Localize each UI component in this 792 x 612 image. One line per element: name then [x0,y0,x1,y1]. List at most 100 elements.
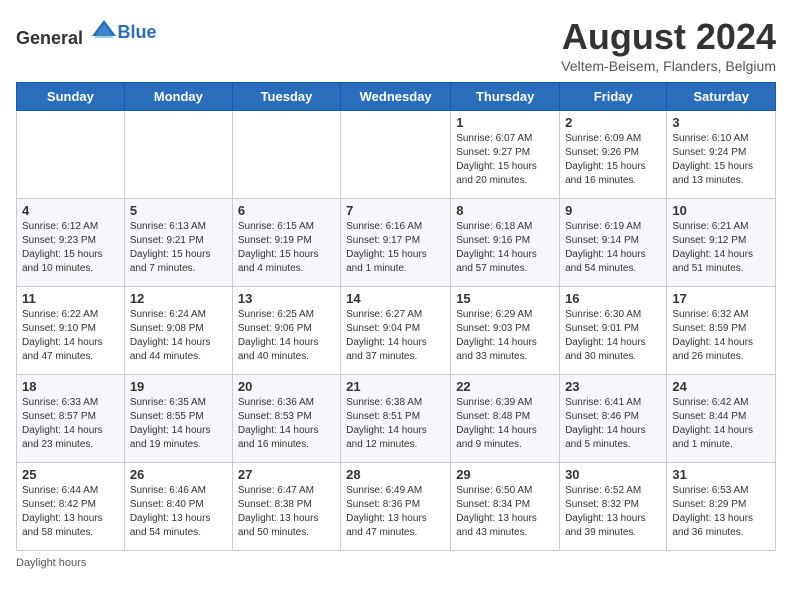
calendar-week-row: 11 Sunrise: 6:22 AM Sunset: 9:10 PM Dayli… [17,287,776,375]
calendar-cell: 10 Sunrise: 6:21 AM Sunset: 9:12 PM Dayli… [667,199,776,287]
day-info: Sunrise: 6:19 AM Sunset: 9:14 PM Dayligh… [565,220,661,276]
day-info: Sunrise: 6:39 AM Sunset: 8:48 PM Dayligh… [456,396,554,452]
day-number: 16 [565,291,661,306]
day-info: Sunrise: 6:22 AM Sunset: 9:10 PM Dayligh… [22,308,119,364]
calendar-cell: 1 Sunrise: 6:07 AM Sunset: 9:27 PM Daylig… [451,111,560,199]
day-info: Sunrise: 6:38 AM Sunset: 8:51 PM Dayligh… [346,396,445,452]
day-number: 1 [456,115,554,130]
footer-note: Daylight hours [16,557,776,569]
calendar-cell: 30 Sunrise: 6:52 AM Sunset: 8:32 PM Dayli… [560,463,667,551]
day-info: Sunrise: 6:47 AM Sunset: 8:38 PM Dayligh… [238,484,335,540]
day-info: Sunrise: 6:44 AM Sunset: 8:42 PM Dayligh… [22,484,119,540]
day-info: Sunrise: 6:53 AM Sunset: 8:29 PM Dayligh… [672,484,770,540]
calendar-cell: 24 Sunrise: 6:42 AM Sunset: 8:44 PM Dayli… [667,375,776,463]
calendar-body: 1 Sunrise: 6:07 AM Sunset: 9:27 PM Daylig… [17,111,776,551]
dow-header: Sunday [17,83,125,111]
day-number: 22 [456,379,554,394]
calendar-cell: 5Sunrise: 6:13 AM Sunset: 9:21 PM Daylig… [124,199,232,287]
calendar-cell: 27 Sunrise: 6:47 AM Sunset: 8:38 PM Dayli… [232,463,340,551]
calendar-cell: 3Sunrise: 6:10 AM Sunset: 9:24 PM Daylig… [667,111,776,199]
day-number: 25 [22,467,119,482]
day-info: Sunrise: 6:27 AM Sunset: 9:04 PM Dayligh… [346,308,445,364]
day-info: Sunrise: 6:16 AM Sunset: 9:17 PM Dayligh… [346,220,445,276]
header: General Blue August 2024 Veltem-Beisem, … [16,16,776,74]
day-info: Sunrise: 6:42 AM Sunset: 8:44 PM Dayligh… [672,396,770,452]
calendar-week-row: 18Sunrise: 6:33 AM Sunset: 8:57 PM Dayli… [17,375,776,463]
calendar-cell: 8Sunrise: 6:18 AM Sunset: 9:16 PM Daylig… [451,199,560,287]
calendar-cell: 21 Sunrise: 6:38 AM Sunset: 8:51 PM Dayli… [341,375,451,463]
day-info: Sunrise: 6:32 AM Sunset: 8:59 PM Dayligh… [672,308,770,364]
day-number: 31 [672,467,770,482]
month-title: August 2024 [561,16,776,58]
day-info: Sunrise: 6:52 AM Sunset: 8:32 PM Dayligh… [565,484,661,540]
day-number: 21 [346,379,445,394]
calendar-cell: 17Sunrise: 6:32 AM Sunset: 8:59 PM Dayli… [667,287,776,375]
calendar-cell: 19 Sunrise: 6:35 AM Sunset: 8:55 PM Dayli… [124,375,232,463]
daylight-label: Daylight hours [16,557,86,569]
day-number: 24 [672,379,770,394]
day-info: Sunrise: 6:46 AM Sunset: 8:40 PM Dayligh… [130,484,227,540]
day-number: 12 [130,291,227,306]
calendar-cell [17,111,125,199]
calendar-week-row: 4Sunrise: 6:12 AM Sunset: 9:23 PM Daylig… [17,199,776,287]
day-info: Sunrise: 6:50 AM Sunset: 8:34 PM Dayligh… [456,484,554,540]
day-number: 5 [130,203,227,218]
day-info: Sunrise: 6:18 AM Sunset: 9:16 PM Dayligh… [456,220,554,276]
dow-header: Thursday [451,83,560,111]
day-number: 10 [672,203,770,218]
day-info: Sunrise: 6:21 AM Sunset: 9:12 PM Dayligh… [672,220,770,276]
day-info: Sunrise: 6:12 AM Sunset: 9:23 PM Dayligh… [22,220,119,276]
day-info: Sunrise: 6:15 AM Sunset: 9:19 PM Dayligh… [238,220,335,276]
day-number: 19 [130,379,227,394]
day-info: Sunrise: 6:36 AM Sunset: 8:53 PM Dayligh… [238,396,335,452]
day-info: Sunrise: 6:07 AM Sunset: 9:27 PM Dayligh… [456,132,554,188]
calendar-cell: 12Sunrise: 6:24 AM Sunset: 9:08 PM Dayli… [124,287,232,375]
calendar-week-row: 1 Sunrise: 6:07 AM Sunset: 9:27 PM Daylig… [17,111,776,199]
calendar-cell: 7 Sunrise: 6:16 AM Sunset: 9:17 PM Daylig… [341,199,451,287]
calendar-cell: 13 Sunrise: 6:25 AM Sunset: 9:06 PM Dayli… [232,287,340,375]
calendar-cell: 15Sunrise: 6:29 AM Sunset: 9:03 PM Dayli… [451,287,560,375]
day-info: Sunrise: 6:25 AM Sunset: 9:06 PM Dayligh… [238,308,335,364]
dow-header: Wednesday [341,83,451,111]
calendar-cell: 9 Sunrise: 6:19 AM Sunset: 9:14 PM Daylig… [560,199,667,287]
day-number: 13 [238,291,335,306]
calendar-cell [232,111,340,199]
day-number: 23 [565,379,661,394]
logo-blue: Blue [118,22,157,43]
dow-header: Friday [560,83,667,111]
day-number: 9 [565,203,661,218]
calendar-cell: 31 Sunrise: 6:53 AM Sunset: 8:29 PM Dayli… [667,463,776,551]
calendar-cell: 28Sunrise: 6:49 AM Sunset: 8:36 PM Dayli… [341,463,451,551]
calendar-cell: 25 Sunrise: 6:44 AM Sunset: 8:42 PM Dayli… [17,463,125,551]
day-number: 29 [456,467,554,482]
day-info: Sunrise: 6:49 AM Sunset: 8:36 PM Dayligh… [346,484,445,540]
calendar-cell: 29 Sunrise: 6:50 AM Sunset: 8:34 PM Dayli… [451,463,560,551]
dow-header: Tuesday [232,83,340,111]
calendar-cell: 14Sunrise: 6:27 AM Sunset: 9:04 PM Dayli… [341,287,451,375]
day-number: 27 [238,467,335,482]
calendar-cell: 22 Sunrise: 6:39 AM Sunset: 8:48 PM Dayli… [451,375,560,463]
day-number: 7 [346,203,445,218]
day-number: 20 [238,379,335,394]
day-number: 30 [565,467,661,482]
calendar-cell: 2 Sunrise: 6:09 AM Sunset: 9:26 PM Daylig… [560,111,667,199]
calendar-cell [341,111,451,199]
day-info: Sunrise: 6:33 AM Sunset: 8:57 PM Dayligh… [22,396,119,452]
days-of-week-row: SundayMondayTuesdayWednesdayThursdayFrid… [17,83,776,111]
day-number: 6 [238,203,335,218]
location-title: Veltem-Beisem, Flanders, Belgium [561,58,776,74]
day-info: Sunrise: 6:30 AM Sunset: 9:01 PM Dayligh… [565,308,661,364]
day-info: Sunrise: 6:35 AM Sunset: 8:55 PM Dayligh… [130,396,227,452]
calendar-cell: 26 Sunrise: 6:46 AM Sunset: 8:40 PM Dayli… [124,463,232,551]
calendar-cell: 4Sunrise: 6:12 AM Sunset: 9:23 PM Daylig… [17,199,125,287]
calendar-cell: 20 Sunrise: 6:36 AM Sunset: 8:53 PM Dayli… [232,375,340,463]
day-number: 11 [22,291,119,306]
calendar-cell: 18Sunrise: 6:33 AM Sunset: 8:57 PM Dayli… [17,375,125,463]
day-info: Sunrise: 6:09 AM Sunset: 9:26 PM Dayligh… [565,132,661,188]
calendar-cell: 23 Sunrise: 6:41 AM Sunset: 8:46 PM Dayli… [560,375,667,463]
title-area: August 2024 Veltem-Beisem, Flanders, Bel… [561,16,776,74]
day-number: 26 [130,467,227,482]
day-number: 2 [565,115,661,130]
logo: General Blue [16,16,157,49]
day-info: Sunrise: 6:41 AM Sunset: 8:46 PM Dayligh… [565,396,661,452]
